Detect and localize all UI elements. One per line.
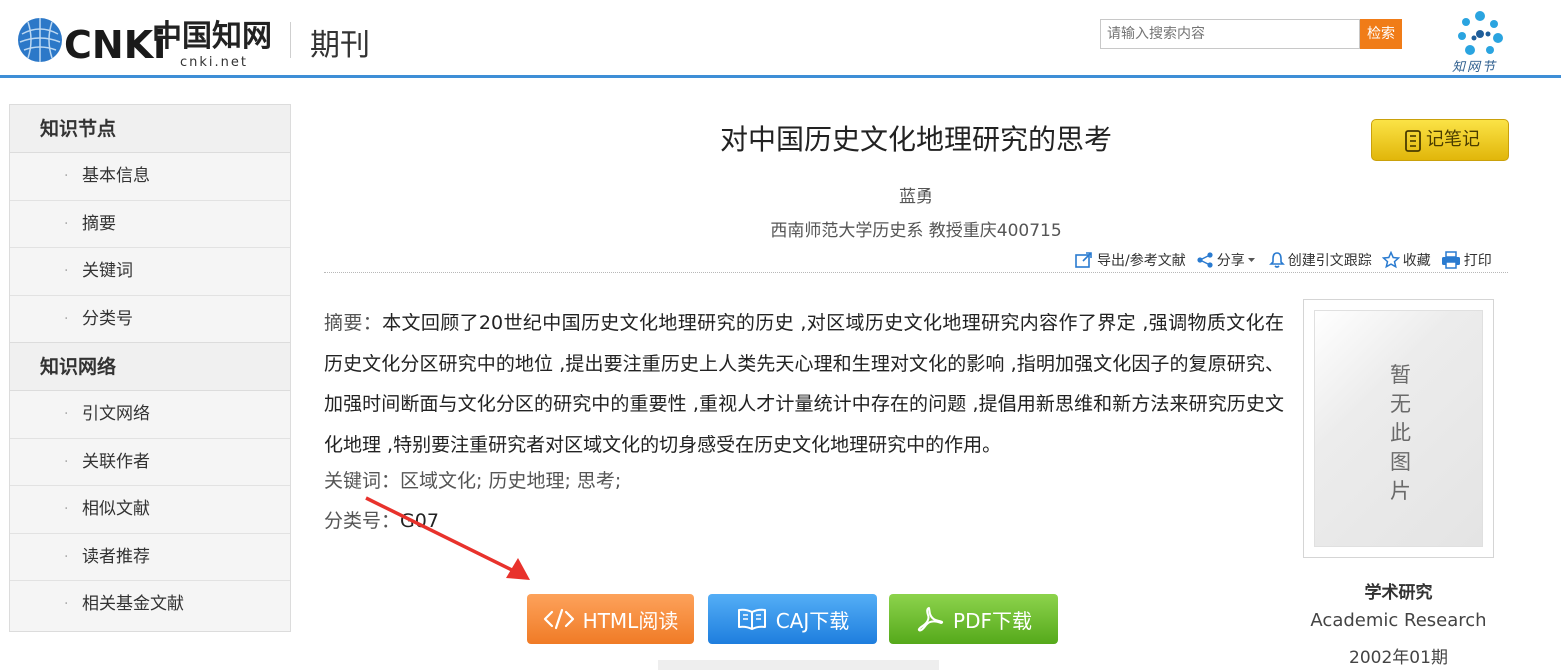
section-title-knowledge-network: 知识网络 [10,343,290,391]
code-icon [543,608,574,630]
logo-cn: 中国知网 [152,19,272,54]
bullet-icon: · [64,215,69,232]
bullet-icon: · [64,263,69,279]
take-note-label: 记笔记 [1426,129,1480,150]
journal-cover[interactable]: 暂无此图片 [1303,299,1494,558]
knowledge-sidebar: 知识节点 · 基本信息 · 摘要 · 关键词 · 分类号 知识网络 · 引文网络 · 关联作… [9,104,291,632]
bullet-icon: · [64,453,69,470]
notebook-icon [1405,130,1421,152]
pdf-icon [917,607,944,632]
pdf-download-label: PDF下载 [953,608,1032,633]
site-header: CNKi 中国知网 cnki.net 期刊 检索 知网节 [0,0,1561,78]
journal-name-en[interactable]: Academic Research [1290,610,1507,631]
logo-text: CNKi [64,23,166,67]
take-note-button[interactable]: 记笔记 [1371,119,1509,161]
printer-icon [1441,251,1460,269]
logo-divider [290,22,291,58]
favorite-button[interactable]: 收藏 [1381,250,1431,270]
nav-basic-info[interactable]: · 基本信息 [10,153,290,201]
nav-keywords[interactable]: · 关键词 [10,248,290,296]
nav-similar-docs[interactable]: · 相似文献 [10,486,290,534]
article-title: 对中国历史文化地理研究的思考 [719,123,1112,156]
nav-class-number[interactable]: · 分类号 [10,295,290,343]
html-read-button[interactable]: HTML阅读 [527,594,694,644]
caj-download-label: CAJ下载 [775,608,850,633]
open-book-icon [737,608,766,630]
channel-title: 期刊 [310,28,370,63]
create-citation-tracking-button[interactable]: 创建引文跟踪 [1268,250,1372,270]
journal-issue[interactable]: 2002年01期 [1303,643,1494,668]
red-arrow-annotation [365,496,530,580]
bottom-shadow-bar [658,660,939,670]
print-button[interactable]: 打印 [1441,250,1492,270]
bullet-icon: · [64,406,69,422]
keywords-label: 关键词： [324,470,401,492]
cover-placeholder: 暂无此图片 [1314,310,1483,547]
nav-abstract[interactable]: · 摘要 [10,200,290,248]
abstract-text: 本文回顾了20世纪中国历史文化地理研究的历史 ,对区域历史文化地理研究内容作了界… [324,312,1284,456]
bullet-icon: · [64,501,69,517]
bullet-icon: · [64,548,69,565]
nav-reader-recommend[interactable]: · 读者推荐 [10,533,290,581]
export-icon [1075,252,1092,268]
cnki-logo[interactable]: CNKi 中国知网 cnki.net [12,10,272,68]
share-icon [1197,252,1213,268]
article-author[interactable]: 蓝勇 [324,182,1508,207]
export-reference-button[interactable]: 导出/参考文献 [1074,250,1186,270]
search-button[interactable]: 检索 [1360,19,1402,49]
keyword-link[interactable]: 历史地理; [488,470,570,492]
share-dropdown[interactable]: 分享 [1196,250,1259,270]
bullet-icon: · [64,310,69,327]
zhiwangjie-label: 知网节 [1452,60,1498,75]
abstract-block: 摘要：本文回顾了20世纪中国历史文化地理研究的历史 ,对区域历史文化地理研究内容… [324,303,1284,465]
abstract-label: 摘要： [324,312,383,334]
search-input[interactable] [1100,19,1360,49]
pdf-download-button[interactable]: PDF下载 [889,594,1058,644]
star-icon [1381,251,1400,269]
nav-related-authors[interactable]: · 关联作者 [10,438,290,486]
nav-citation-network[interactable]: · 引文网络 [10,391,290,439]
nav-related-fund-docs[interactable]: · 相关基金文献 [10,581,290,629]
bullet-icon: · [64,168,69,184]
keyword-link[interactable]: 思考; [577,470,621,492]
caret-down-icon [1247,258,1255,262]
separator-line [324,272,1508,273]
bell-icon [1268,252,1285,268]
caj-download-button[interactable]: CAJ下载 [708,594,877,644]
section-title-knowledge-nodes: 知识节点 [10,105,290,153]
article-toolbar: 导出/参考文献 分享 创建引文跟踪 收藏 打印 [1074,249,1492,271]
journal-name-cn[interactable]: 学术研究 [1303,578,1494,603]
article-organization[interactable]: 西南师范大学历史系 教授重庆400715 [324,216,1508,241]
html-read-label: HTML阅读 [582,608,679,633]
bullet-icon: · [64,596,69,612]
keyword-link[interactable]: 区域文化; [400,470,482,492]
logo-domain: cnki.net [180,55,248,68]
cover-placeholder-text: 暂无此图片 [1390,363,1411,503]
